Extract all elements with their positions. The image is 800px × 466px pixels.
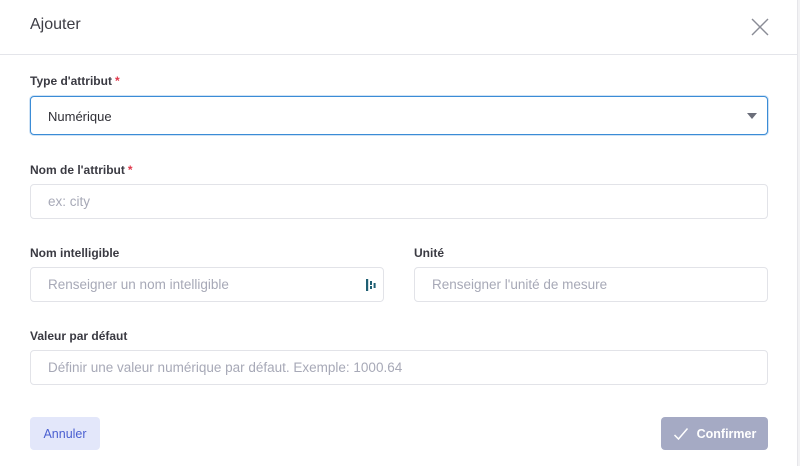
dialog-header: Ajouter	[0, 0, 797, 55]
attribute-name-label: Nom de l'attribut *	[30, 163, 133, 177]
close-icon	[751, 18, 769, 36]
attribute-name-field	[30, 184, 768, 219]
confirm-button[interactable]: Confirmer	[661, 417, 768, 450]
readable-name-input[interactable]	[31, 268, 383, 301]
attribute-type-label-text: Type d'attribut	[30, 74, 112, 88]
default-value-label: Valeur par défaut	[30, 329, 128, 343]
confirm-button-label: Confirmer	[696, 426, 757, 441]
attribute-name-input[interactable]	[31, 185, 767, 218]
close-button[interactable]	[749, 16, 771, 38]
readable-name-field	[30, 267, 384, 302]
unit-field	[414, 267, 768, 302]
cancel-button-label: Annuler	[43, 426, 87, 441]
required-mark: *	[114, 74, 120, 88]
attribute-type-select[interactable]: Numérique	[30, 96, 768, 135]
chevron-down-icon	[747, 113, 757, 119]
default-value-input[interactable]	[31, 351, 767, 384]
dialog-title: Ajouter	[30, 16, 81, 33]
password-manager-icon[interactable]	[365, 278, 377, 292]
required-mark: *	[127, 163, 133, 177]
attribute-type-selected-value: Numérique	[48, 109, 112, 124]
attribute-type-label: Type d'attribut *	[30, 74, 120, 88]
attribute-name-label-text: Nom de l'attribut	[30, 163, 125, 177]
default-value-field	[30, 350, 768, 385]
cancel-button[interactable]: Annuler	[30, 417, 100, 450]
unit-label: Unité	[414, 246, 444, 260]
readable-name-label: Nom intelligible	[30, 246, 120, 260]
unit-input[interactable]	[415, 268, 767, 301]
add-attribute-dialog: Ajouter Type d'attribut * Numérique Nom d…	[0, 0, 797, 466]
check-icon	[673, 427, 688, 440]
